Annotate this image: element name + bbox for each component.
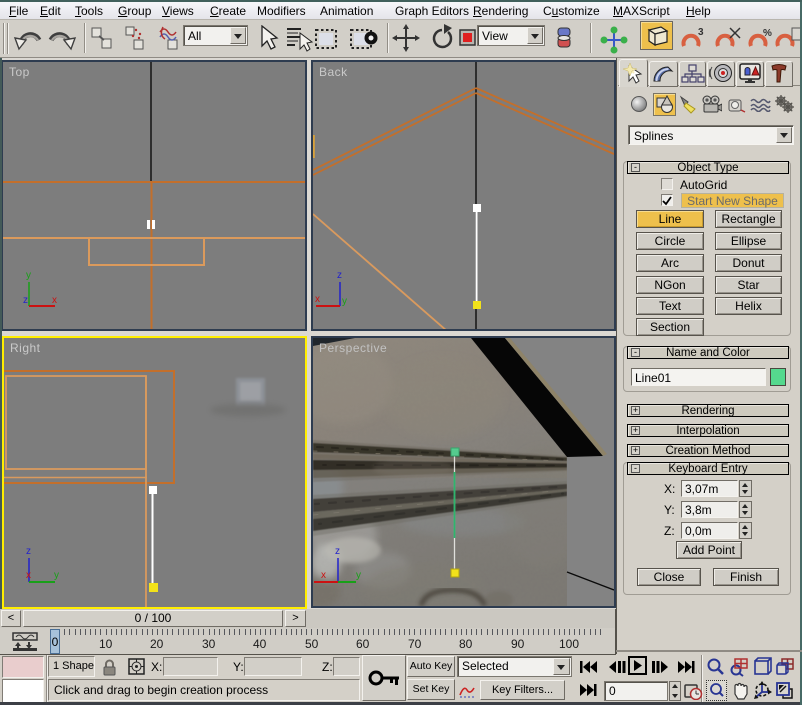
svg-text:x: x xyxy=(52,295,57,306)
svg-text:%: % xyxy=(763,28,772,39)
svg-text:x: x xyxy=(26,570,31,581)
svg-text:z: z xyxy=(335,546,340,557)
svg-text:y: y xyxy=(54,570,59,581)
svg-text:z: z xyxy=(23,295,28,306)
svg-text:z: z xyxy=(26,546,31,557)
svg-text:3: 3 xyxy=(698,27,704,38)
svg-text:x: x xyxy=(321,570,326,581)
svg-text:y: y xyxy=(356,570,361,581)
svg-text:y: y xyxy=(26,270,31,281)
svg-text:y: y xyxy=(342,296,347,307)
svg-text:z: z xyxy=(337,270,342,281)
svg-text:x: x xyxy=(315,294,320,305)
